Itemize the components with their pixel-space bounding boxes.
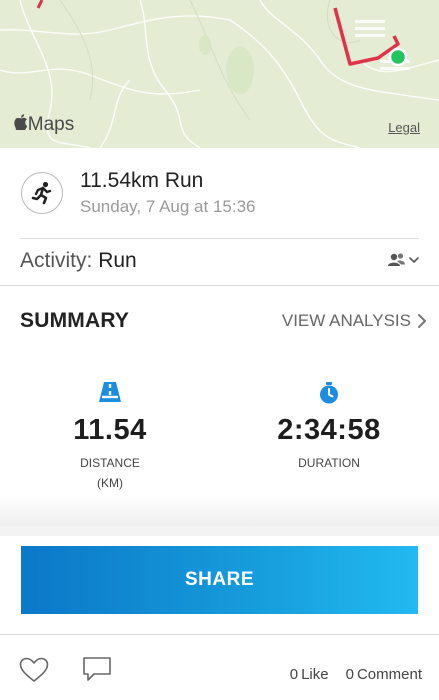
comment-icon[interactable] [82,656,112,687]
like-label: Like [301,666,329,683]
activity-type-value: Run [98,249,137,272]
divider [20,238,419,239]
summary-title: SUMMARY [20,309,130,332]
duration-value: 2:34:58 [277,414,381,446]
divider [0,634,439,635]
legal-link[interactable]: Legal [388,120,420,135]
section-fade [0,495,439,527]
running-person-icon [21,172,63,214]
comment-count: 0 [345,666,354,683]
view-analysis-label: VIEW ANALYSIS [281,311,411,330]
apple-icon [14,114,28,130]
maps-logo-text: Maps [15,114,74,135]
activity-type-row: Activity: Run [20,249,137,273]
distance-label: DISTANCE [80,456,140,470]
duration-stat: 2:34:58 DURATION [249,382,409,473]
comment-label: Comment [356,666,422,683]
end-marker [388,47,408,67]
distance-value: 11.54 [73,414,147,446]
route-map[interactable]:  Maps Legal [0,0,439,148]
distance-unit: (KM) [97,476,123,490]
activity-type-label: Activity: [20,249,93,272]
social-counts: 0 Like 0 Comment [290,666,425,683]
chevron-right-icon [418,314,426,328]
comment-count-link[interactable]: 0 Comment [346,666,425,683]
activity-title: 11.54km Run [80,169,204,192]
divider [0,285,439,286]
chevron-down-icon [409,257,419,264]
section-separator [0,526,439,536]
visibility-button[interactable] [387,252,419,268]
distance-stat: 11.54 DISTANCE (KM) [30,382,190,493]
heart-icon[interactable] [19,657,49,688]
duration-label: DURATION [298,456,360,470]
like-count: 0 [289,666,299,683]
view-analysis-link[interactable]: VIEW ANALYSIS [282,311,427,331]
stopwatch-icon [320,382,338,404]
like-count-link[interactable]: 0 Like [290,666,332,683]
maps-logo:  Maps [14,114,74,136]
share-button[interactable]: SHARE [21,546,418,614]
activity-date: Sunday, 7 Aug at 15:36 [80,197,256,216]
people-icon [388,253,405,266]
road-icon [99,382,121,402]
